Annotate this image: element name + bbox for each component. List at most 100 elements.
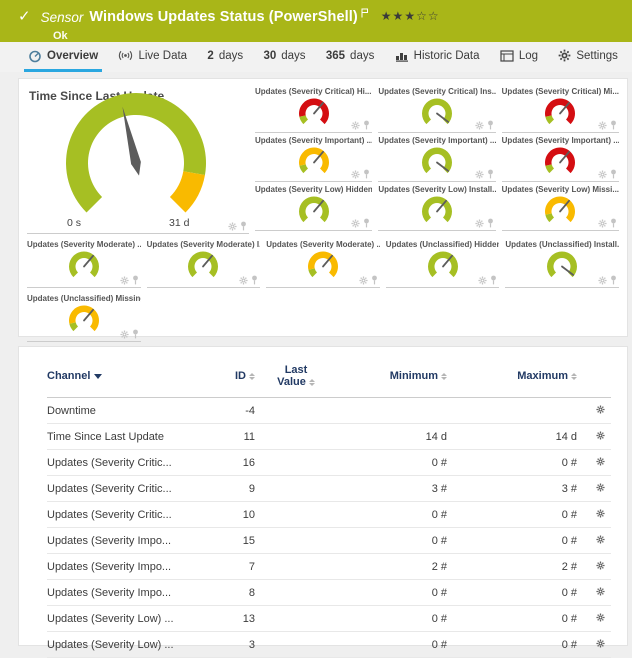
pin-icon[interactable] [487, 218, 494, 228]
channel-minimum: 2 # [337, 561, 447, 573]
pin-icon[interactable] [363, 120, 370, 130]
gauge-tile: Updates (Unclassified) Install... [505, 238, 619, 288]
gear-icon[interactable] [596, 639, 605, 648]
tab-365-days[interactable]: 365 days [322, 42, 378, 72]
tab-settings[interactable]: Settings [554, 42, 622, 72]
gear-icon[interactable] [478, 276, 487, 285]
column-header-minimum[interactable]: Minimum [337, 370, 447, 382]
gear-icon[interactable] [120, 330, 129, 339]
pin-icon[interactable] [610, 169, 617, 179]
table-header-row: Channel ID Last Value Minimum Maximum [47, 359, 611, 398]
gear-icon[interactable] [596, 587, 605, 596]
channel-name: Updates (Severity Low) ... [47, 639, 191, 651]
gear-icon[interactable] [351, 121, 360, 130]
channel-minimum: 0 # [337, 639, 447, 651]
gear-icon[interactable] [598, 276, 607, 285]
column-header-maximum[interactable]: Maximum [447, 370, 577, 382]
gear-icon[interactable] [596, 431, 605, 440]
mini-gauge [540, 250, 584, 280]
channel-settings-button[interactable] [596, 639, 611, 651]
gauge-arc [299, 197, 329, 223]
bar-chart-icon [395, 49, 409, 62]
gear-icon[interactable] [596, 405, 605, 414]
channel-settings-button[interactable] [596, 561, 611, 573]
channel-settings-button[interactable] [596, 483, 611, 495]
pin-icon[interactable] [487, 120, 494, 130]
gear-icon[interactable] [228, 222, 237, 231]
gauge-title: Updates (Severity Critical) Ins... [378, 85, 495, 96]
priority-stars[interactable]: ★★★☆☆ [381, 9, 440, 23]
gear-icon[interactable] [120, 276, 129, 285]
gear-icon[interactable] [475, 121, 484, 130]
pin-icon[interactable] [363, 218, 370, 228]
priority-flag-icon[interactable] [361, 5, 369, 23]
gear-icon[interactable] [598, 170, 607, 179]
channel-maximum: 0 # [447, 535, 577, 547]
pin-icon[interactable] [240, 221, 247, 231]
channel-minimum: 3 # [337, 483, 447, 495]
column-header-channel[interactable]: Channel [47, 370, 191, 382]
gauge-title: Updates (Severity Low) Install... [378, 183, 495, 194]
pin-icon[interactable] [363, 169, 370, 179]
channel-settings-button[interactable] [596, 457, 611, 469]
gauge-arc [546, 115, 555, 124]
pin-icon[interactable] [610, 120, 617, 130]
gauge-title: Updates (Severity Moderate) ... [266, 238, 380, 249]
channel-settings-button[interactable] [596, 613, 611, 625]
gauge-tile: Updates (Severity Important) ... [502, 134, 619, 182]
gear-icon[interactable] [596, 535, 605, 544]
gauge-tile: Updates (Unclassified) Hidden [386, 238, 500, 288]
tab-live-data[interactable]: Live Data [114, 42, 191, 72]
gear-icon[interactable] [475, 170, 484, 179]
channel-settings-button[interactable] [596, 509, 611, 521]
tab-historic-data[interactable]: Historic Data [391, 42, 484, 72]
gear-icon[interactable] [351, 219, 360, 228]
tab-log[interactable]: Log [496, 42, 542, 72]
column-header-last-value[interactable]: Last Value [274, 364, 318, 388]
pin-icon[interactable] [490, 275, 497, 285]
channel-id: 9 [191, 483, 255, 495]
pin-icon[interactable] [371, 275, 378, 285]
gauge-title: Updates (Severity Important) ... [255, 134, 372, 145]
channel-settings-button[interactable] [596, 535, 611, 547]
pin-icon[interactable] [132, 329, 139, 339]
gear-icon[interactable] [475, 219, 484, 228]
gear-icon[interactable] [598, 219, 607, 228]
tab-30-days[interactable]: 30 days [259, 42, 309, 72]
gear-icon[interactable] [596, 457, 605, 466]
gear-icon[interactable] [596, 561, 605, 570]
mini-gauge [538, 97, 582, 127]
channel-name: Updates (Severity Critic... [47, 483, 191, 495]
gauge-title: Updates (Severity Moderate) I... [147, 238, 261, 249]
table-row: Updates (Severity Impo... 15 0 # 0 # [47, 528, 611, 554]
gear-icon[interactable] [359, 276, 368, 285]
gauge-arc [308, 268, 317, 277]
channel-settings-button[interactable] [596, 587, 611, 599]
gear-icon[interactable] [351, 170, 360, 179]
channel-settings-button[interactable] [596, 431, 611, 443]
column-header-id[interactable]: ID [191, 370, 255, 382]
sort-desc-icon [94, 374, 102, 379]
gear-icon[interactable] [598, 121, 607, 130]
table-row: Updates (Severity Critic... 16 0 # 0 # [47, 450, 611, 476]
channel-settings-button[interactable] [596, 405, 611, 417]
gear-icon[interactable] [596, 509, 605, 518]
gauge-tile: Updates (Severity Critical) Ins... [378, 85, 495, 133]
pin-icon[interactable] [251, 275, 258, 285]
pin-icon[interactable] [487, 169, 494, 179]
pin-icon[interactable] [610, 218, 617, 228]
gauge-tile: Updates (Severity Low) Missi... [502, 183, 619, 231]
gear-icon[interactable] [596, 613, 605, 622]
channel-id: 15 [191, 535, 255, 547]
gear-icon[interactable] [239, 276, 248, 285]
channel-id: 7 [191, 561, 255, 573]
gauge-title: Updates (Severity Moderate) ... [27, 238, 141, 249]
pin-icon[interactable] [610, 275, 617, 285]
tab-overview[interactable]: Overview [24, 42, 102, 72]
pin-icon[interactable] [132, 275, 139, 285]
tab-2-days[interactable]: 2 days [203, 42, 247, 72]
channel-id: 16 [191, 457, 255, 469]
channel-maximum: 3 # [447, 483, 577, 495]
gear-icon[interactable] [596, 483, 605, 492]
gauge-title: Updates (Severity Critical) Hi... [255, 85, 372, 96]
